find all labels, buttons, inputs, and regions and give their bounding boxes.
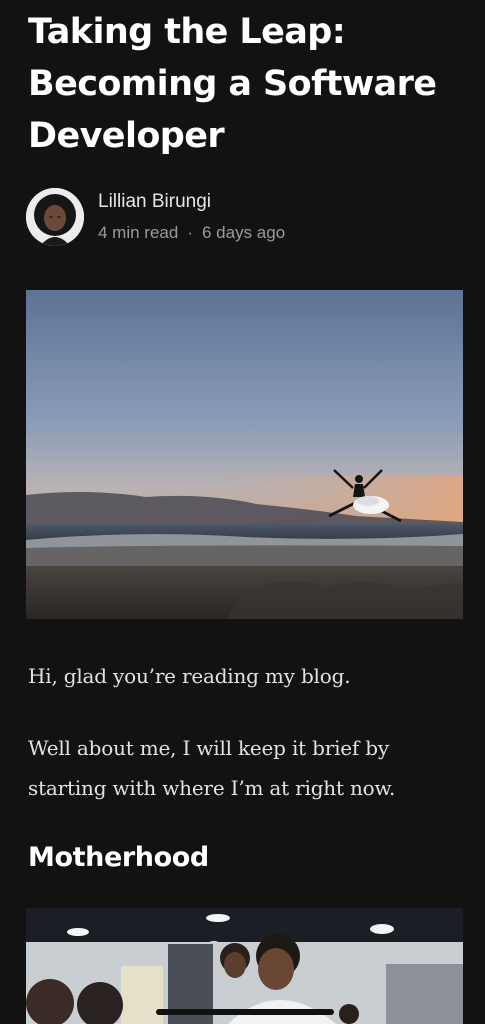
avatar[interactable] bbox=[26, 188, 84, 246]
author-row: Lillian Birungi 4 min read · 6 days ago bbox=[26, 186, 466, 248]
posted-time: 6 days ago bbox=[202, 223, 286, 242]
section-heading: Motherhood bbox=[28, 842, 209, 873]
paragraph-intro: Hi, glad you’re reading my blog. bbox=[28, 664, 351, 688]
hero-photo[interactable] bbox=[26, 290, 463, 619]
article-meta: 4 min read · 6 days ago bbox=[98, 223, 285, 243]
read-time: 4 min read bbox=[98, 223, 179, 242]
avatar-image bbox=[26, 188, 84, 246]
article-title: Taking the Leap: Becoming a Software Dev… bbox=[28, 12, 437, 156]
paragraph-about: Well about me, I will keep it brief by s… bbox=[28, 736, 396, 800]
author-name[interactable]: Lillian Birungi bbox=[98, 191, 211, 213]
office-photo[interactable] bbox=[26, 908, 463, 1024]
article-page: Taking the Leap: Becoming a Software Dev… bbox=[0, 0, 485, 1024]
hero-photo-image bbox=[26, 290, 463, 619]
home-indicator[interactable] bbox=[156, 1009, 334, 1015]
office-photo-image bbox=[26, 908, 463, 1024]
meta-separator: · bbox=[187, 223, 193, 242]
